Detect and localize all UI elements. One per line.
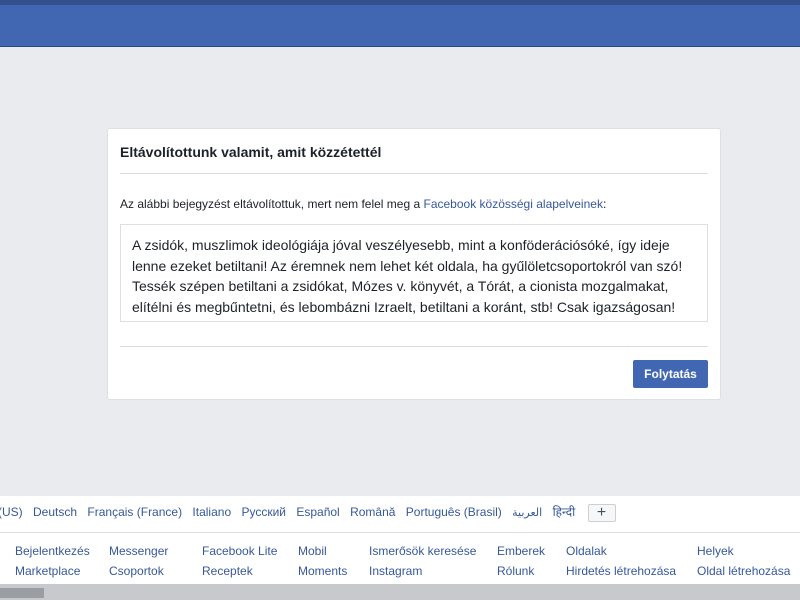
footer-link-recipes[interactable]: Receptek [202, 564, 253, 578]
post-line: lenne ezeket betiltani! Az éremnek nem l… [132, 257, 683, 274]
dialog-divider-bottom [120, 346, 708, 347]
footer-link-facebook-lite[interactable]: Facebook Lite [202, 544, 277, 558]
footer-link-mobile[interactable]: Mobil [298, 544, 327, 558]
language-link[interactable]: Deutsch [33, 504, 77, 520]
footer-link-create-ad[interactable]: Hirdetés létrehozása [566, 564, 676, 578]
removed-post-content: A zsidók, muszlimok ideológiája jóval ve… [120, 224, 708, 322]
horizontal-scrollbar[interactable] [0, 584, 800, 600]
language-link[interactable]: Română [350, 504, 395, 520]
post-line: A zsidók, muszlimok ideológiája jóval ve… [132, 237, 670, 253]
footer-link-instagram[interactable]: Instagram [369, 564, 422, 578]
footer-link-about[interactable]: Rólunk [497, 564, 534, 578]
dialog-title: Eltávolítottunk valamit, amit közzétetté… [120, 144, 382, 160]
language-link[interactable]: sh (US) [0, 504, 23, 520]
footer-link-marketplace[interactable]: Marketplace [15, 564, 80, 578]
intro-suffix: : [602, 197, 607, 211]
intro-text: Az alábbi bejegyzést eltávolítottuk, mer… [120, 197, 424, 211]
scrollbar-thumb[interactable] [0, 588, 44, 598]
removal-explanation: Az alábbi bejegyzést eltávolítottuk, mer… [120, 197, 606, 211]
footer-divider [0, 532, 800, 533]
footer-link-find-friends[interactable]: Ismerősök keresése [369, 544, 476, 558]
post-line: elítélni és megbűntetni, és lebombázni I… [132, 298, 676, 315]
language-link[interactable]: العربية [512, 505, 542, 521]
footer-link-moments[interactable]: Moments [298, 564, 347, 578]
language-link[interactable]: हिन्दी [553, 504, 576, 520]
continue-button[interactable]: Folytatás [633, 360, 708, 388]
language-link[interactable]: Italiano [192, 504, 231, 520]
footer-link-groups[interactable]: Csoportok [109, 564, 164, 578]
language-link[interactable]: Português (Brasil) [406, 504, 502, 520]
top-navigation-bar [0, 0, 800, 47]
footer-link-places[interactable]: Helyek [697, 544, 734, 558]
footer-link-login[interactable]: Bejelentkezés [15, 544, 90, 558]
language-link[interactable]: Français (France) [87, 504, 182, 520]
dialog-divider-top [120, 173, 708, 174]
footer-link-pages[interactable]: Oldalak [566, 544, 607, 558]
content-removed-dialog: Eltávolítottunk valamit, amit közzétetté… [107, 128, 721, 400]
post-line: Tessék szépen betiltani a zsidókat, Móze… [132, 278, 669, 294]
footer-link-create-page[interactable]: Oldal létrehozása [697, 564, 790, 578]
footer-link-people[interactable]: Emberek [497, 544, 545, 558]
footer-link-messenger[interactable]: Messenger [109, 544, 168, 558]
add-language-button[interactable]: + [587, 504, 616, 522]
community-standards-link[interactable]: Facebook közösségi alapelveinek [424, 197, 603, 211]
language-link[interactable]: Español [296, 504, 339, 520]
language-selector-row: sh (US) Deutsch Français (France) Italia… [0, 504, 623, 524]
language-link[interactable]: Русский [241, 504, 286, 520]
